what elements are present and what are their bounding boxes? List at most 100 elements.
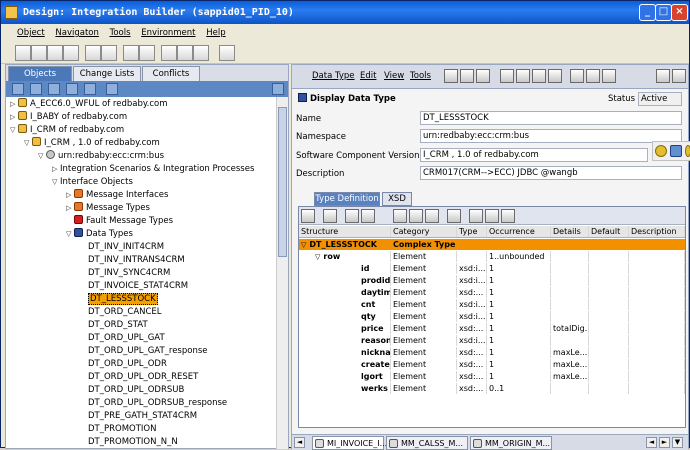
scrollbar-thumb[interactable]	[278, 107, 287, 257]
tree-node[interactable]: ▽ I_CRM , 1.0 of redbaby.com	[24, 137, 160, 149]
refresh-icon[interactable]	[12, 83, 24, 95]
tree-node[interactable]: DT_ORD_STAT	[80, 319, 148, 331]
tree-node[interactable]: Fault Message Types	[66, 215, 173, 227]
lock-icon[interactable]	[602, 69, 616, 83]
tab-list-menu[interactable]: ▼	[672, 437, 683, 448]
expand-tree-icon[interactable]	[469, 209, 483, 223]
smiley-icon[interactable]	[655, 145, 667, 157]
menu-edit[interactable]: Edit	[360, 71, 376, 81]
tree-node[interactable]: DT_INVOICE_STAT4CRM	[80, 280, 188, 292]
partial-icon[interactable]	[685, 145, 690, 157]
swcv-field[interactable]: I_CRM , 1.0 of redbaby.com	[420, 148, 648, 162]
expand-icon[interactable]	[139, 45, 155, 61]
menu-view[interactable]: View	[384, 71, 404, 81]
tree-node[interactable]: ▷ A_ECC6.0_WFUL of redbaby.com	[10, 98, 168, 110]
tree-node[interactable]: ▷ Message Types	[66, 202, 150, 214]
table-row[interactable]: cnt Element xsd:i... 1	[299, 299, 685, 310]
insert-row-icon[interactable]	[323, 209, 337, 223]
forward-arrow-icon[interactable]	[177, 45, 193, 61]
where-used-icon[interactable]	[532, 69, 546, 83]
back-arrow-icon[interactable]	[161, 45, 177, 61]
collapse-arrow-icon[interactable]: ▽	[24, 137, 32, 149]
col-category[interactable]: Category	[391, 226, 457, 237]
collapse-icon[interactable]	[48, 83, 60, 95]
col-type[interactable]: Type	[457, 226, 487, 237]
table-row[interactable]: lgort Element xsd:... 1 maxLe...	[299, 371, 685, 382]
menu-tools[interactable]: Tools	[410, 71, 431, 81]
tab-type-definition[interactable]: Type Definition	[314, 192, 380, 206]
close-button[interactable]: ×	[671, 4, 688, 21]
menu-environment[interactable]: Environment	[141, 28, 195, 38]
open-icon[interactable]	[31, 45, 47, 61]
tab-xsd[interactable]: XSD	[382, 192, 412, 206]
tree-node[interactable]: DT_ORD_UPL_ODRSUB_response	[80, 397, 227, 409]
col-occurrence[interactable]: Occurrence	[487, 226, 551, 237]
tree-scrollbar[interactable]	[276, 97, 288, 449]
find-icon[interactable]	[447, 209, 461, 223]
collapse-arrow-icon[interactable]: ▽	[38, 150, 46, 162]
tree-node[interactable]: ▽ Data Types	[66, 228, 133, 240]
table-row[interactable]: qty Element xsd:i... 1	[299, 311, 685, 322]
minimize-button[interactable]: _	[639, 4, 656, 21]
move-down-icon[interactable]	[361, 209, 375, 223]
info-icon[interactable]	[516, 69, 530, 83]
tree-node[interactable]: DT_ORD_UPL_ODRSUB	[80, 384, 184, 396]
tab-conflicts[interactable]: Conflicts	[142, 66, 200, 81]
tree-node[interactable]: DT_INV_INIT4CRM	[80, 241, 164, 253]
expand-arrow-icon[interactable]: ▷	[52, 163, 60, 175]
layout-icon[interactable]	[485, 209, 499, 223]
collapse-arrow-icon[interactable]: ▽	[10, 124, 18, 136]
person-icon[interactable]	[656, 69, 670, 83]
tree-node[interactable]: DT_LESSSTOCK	[80, 293, 158, 305]
move-up-icon[interactable]	[345, 209, 359, 223]
close-editor-icon[interactable]	[672, 69, 686, 83]
copy-icon[interactable]	[85, 45, 101, 61]
table-row[interactable]: werks Element xsd:... 0..1	[299, 383, 685, 394]
delete-row-icon[interactable]	[425, 209, 439, 223]
maximize-button[interactable]: □	[655, 4, 672, 21]
table-row[interactable]: create_userElementxsd:...1maxLe...	[299, 359, 685, 370]
window-icon[interactable]	[193, 45, 209, 61]
table-row[interactable]: ▽ row Element 1..unbounded	[299, 251, 685, 262]
menu-object[interactable]: Object	[17, 28, 45, 38]
columns-icon[interactable]	[501, 209, 515, 223]
refresh-icon[interactable]	[301, 209, 315, 223]
table-row[interactable]: daytimeElementxsd:...1	[299, 287, 685, 298]
copy-row-icon[interactable]	[393, 209, 407, 223]
collapse-arrow-icon[interactable]: ▽	[52, 176, 60, 188]
name-field[interactable]: DT_LESSSTOCK	[420, 111, 682, 125]
expand-arrow-icon[interactable]: ▷	[66, 189, 74, 201]
col-description[interactable]: Description	[629, 226, 685, 237]
filter-icon[interactable]	[106, 83, 118, 95]
docs-icon[interactable]	[586, 69, 600, 83]
menu-help[interactable]: Help	[206, 28, 225, 38]
hierarchy-icon[interactable]	[123, 45, 139, 61]
table-row[interactable]: reason_idElementxsd:i...1	[299, 335, 685, 346]
tab-change-lists[interactable]: Change Lists	[73, 66, 141, 81]
tree-node[interactable]: DT_INV_SYNC4CRM	[80, 267, 170, 279]
col-structure[interactable]: Structure	[299, 226, 391, 237]
history-icon[interactable]	[570, 69, 584, 83]
document-icon[interactable]	[670, 145, 682, 157]
save-icon[interactable]	[47, 45, 63, 61]
namespace-field[interactable]: urn:redbaby:ecc:crm:bus	[420, 129, 682, 143]
paste-row-icon[interactable]	[409, 209, 423, 223]
tree-node[interactable]: DT_ORD_UPL_GAT_response	[80, 345, 208, 357]
description-field[interactable]: CRM017(CRM-->ECC) JDBC @wangb	[420, 166, 682, 180]
tree-node[interactable]: ▽ I_CRM of redbaby.com	[10, 124, 124, 136]
menu-tools[interactable]: Tools	[110, 28, 131, 38]
tree-node[interactable]: ▽ Interface Objects	[52, 176, 133, 188]
table-row[interactable]: prodid Element xsd:i... 1	[299, 275, 685, 286]
collapse-arrow-icon[interactable]: ▽	[301, 241, 306, 249]
collapse-arrow-icon[interactable]: ▽	[315, 253, 320, 261]
tree-node[interactable]: DT_ORD_UPL_ODR	[80, 358, 167, 370]
expand-arrow-icon[interactable]: ▷	[10, 98, 18, 110]
tree-node[interactable]: DT_ORD_CANCEL	[80, 306, 162, 318]
expand-all-icon[interactable]	[66, 83, 78, 95]
tree-node[interactable]: ▽ urn:redbaby:ecc:crm:bus	[38, 150, 164, 162]
table-row[interactable]: price Element xsd:... 1 totalDig...	[299, 323, 685, 334]
tree-node[interactable]: DT_PROMOTION_N_N	[80, 436, 178, 448]
tree-node[interactable]: ▷ Integration Scenarios & Integration Pro…	[52, 163, 254, 175]
link-icon[interactable]	[30, 83, 42, 95]
delete-icon[interactable]	[63, 45, 79, 61]
